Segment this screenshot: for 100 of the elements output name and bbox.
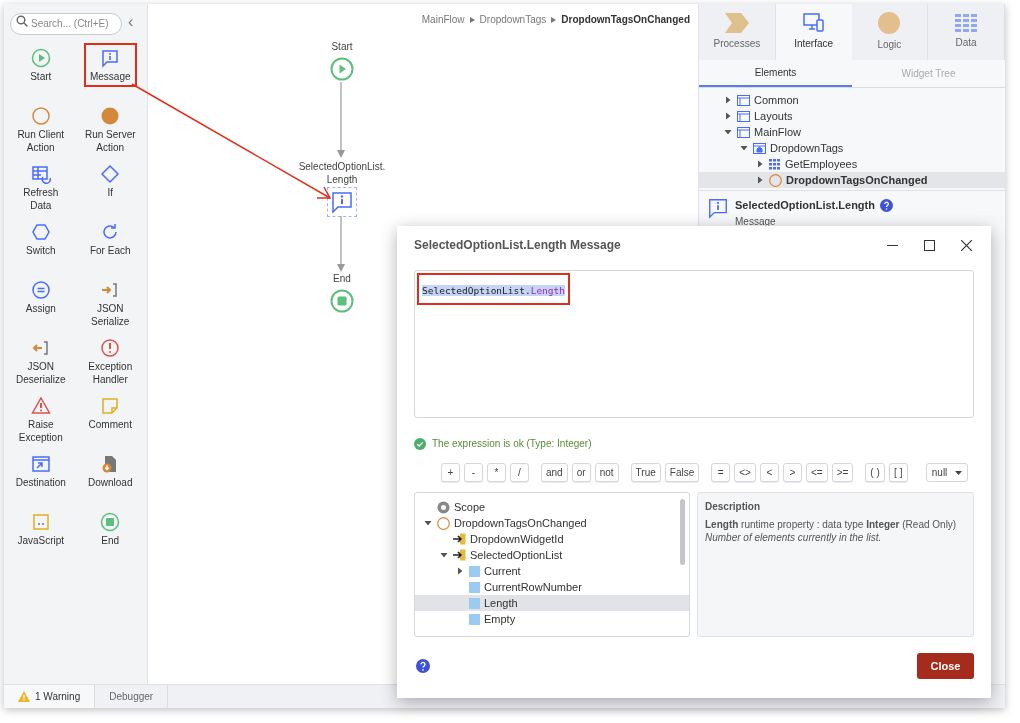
chevron-shape-icon [724,13,749,33]
help-icon[interactable] [416,659,430,673]
hexagon-icon [30,221,51,242]
tool-item[interactable]: Assign [19,274,62,319]
square-icon [469,613,480,625]
grid-icon [955,14,978,32]
operator-button[interactable]: - [464,463,483,482]
tree-item[interactable]: DropdownTags [699,140,1005,156]
collapse-button[interactable]: ‹ [128,14,134,31]
operator-button[interactable]: False [664,463,700,482]
dialog-title: SelectedOptionList.Length Message [414,237,622,254]
caret-down-icon[interactable] [439,550,449,560]
maximize-icon[interactable] [924,239,935,251]
input-arrow-icon [453,533,466,545]
scrollbar-thumb[interactable] [680,499,685,565]
tree-item[interactable]: DropdownTagsOnChanged [415,515,689,531]
operator-button[interactable]: or [571,463,591,482]
operator-button[interactable]: not [594,463,619,482]
caret-right-icon[interactable] [723,95,733,105]
operator-button[interactable]: [ ] [888,463,908,482]
breadcrumb-link[interactable]: MainFlow [421,12,465,27]
operator-button[interactable]: * [487,463,506,482]
tree-item[interactable]: Common [699,92,1005,108]
tree-item[interactable]: SelectedOptionList [415,547,689,563]
caret-down-icon[interactable] [423,518,433,528]
close-icon[interactable] [961,239,972,251]
status-tab[interactable]: 1 Warning [4,685,96,708]
alert-circle-icon [100,337,121,358]
caret-right-icon[interactable] [755,175,765,185]
input-arrow-icon [453,549,466,561]
operator-button[interactable]: ( ) [865,463,885,482]
tool-item[interactable]: Raise Exception [6,390,76,448]
tool-item[interactable]: JSON Deserialize [6,332,76,390]
null-dropdown[interactable]: null [925,463,969,482]
operator-button[interactable]: + [441,463,460,482]
tool-item[interactable]: JavaScript [11,506,71,551]
operator-button[interactable]: <= [805,463,828,482]
radio-icon [437,500,450,514]
tree-item[interactable]: DropdownWidgetId [415,531,689,547]
tree-item[interactable]: GetEmployees [699,156,1005,172]
tree-item[interactable]: CurrentRowNumber [415,579,689,595]
equals-circle-icon [30,279,51,300]
tab[interactable]: Processes [699,4,776,60]
caret-down-icon[interactable] [739,143,749,153]
description-note: Number of elements currently in the list. [705,531,883,544]
tool-item[interactable]: Start [24,42,58,87]
operator-button[interactable]: = [711,463,731,482]
validation-message: The expression is ok (Type: Integer) [432,437,592,451]
tab[interactable]: Data [928,4,1005,60]
operator-button[interactable]: / [510,463,529,482]
operator-button[interactable]: <> [734,463,756,482]
tool-item[interactable]: If [94,158,127,203]
play-circle-icon [30,47,51,68]
tool-item[interactable]: Download [82,448,139,493]
tool-item[interactable]: JSON Serialize [75,274,145,332]
caret-right-icon[interactable] [723,111,733,121]
tool-item[interactable]: Run Client Action [6,100,76,158]
tool-item[interactable]: Message [83,42,137,87]
tree-item[interactable]: Scope [415,499,689,515]
tree-item[interactable]: Length [415,595,689,611]
warning-icon [18,691,30,702]
circle-icon [878,12,901,34]
tool-item[interactable]: Run Server Action [75,100,145,158]
element-type: Message [735,214,777,229]
tool-item[interactable]: Exception Handler [75,332,145,390]
tree-item[interactable]: DropdownTagsOnChanged [699,172,1005,188]
caret-right-icon[interactable] [455,566,465,576]
tool-item[interactable]: Destination [9,448,72,493]
caret-down-icon [955,470,963,475]
operator-button[interactable]: and [541,463,568,482]
expression-editor[interactable]: SelectedOptionList.Length [414,270,974,418]
tool-item[interactable]: Refresh Data [6,158,76,216]
tree-item[interactable]: MainFlow [699,124,1005,140]
tab[interactable]: Logic [851,4,929,60]
sticky-note-icon [100,395,121,416]
tree-item[interactable]: Current [415,563,689,579]
circle-icon [437,516,450,530]
script-file-icon [30,511,51,532]
breadcrumb-link[interactable]: DropdownTagsOnChanged [561,12,690,27]
operator-button[interactable]: > [782,463,802,482]
search-field[interactable]: Search... (Ctrl+E) [10,12,122,35]
tool-item[interactable]: Switch [20,216,62,261]
tab[interactable]: Interface [775,4,852,60]
subtab[interactable]: Elements [699,60,852,87]
tree-item[interactable]: Layouts [699,108,1005,124]
square-icon [469,597,480,609]
tool-item[interactable]: End [94,506,127,551]
operator-button[interactable]: < [759,463,779,482]
caret-right-icon[interactable] [755,159,765,169]
tree-item[interactable]: Empty [415,611,689,627]
breadcrumb-link[interactable]: DropdownTags [479,12,547,27]
help-icon[interactable] [879,198,893,212]
status-tab[interactable]: Debugger [95,685,169,708]
operator-button[interactable]: True [630,463,661,482]
close-button[interactable]: Close [917,653,974,679]
window-icon [737,126,750,138]
operator-button[interactable]: >= [831,463,854,482]
tool-item[interactable]: For Each [83,216,137,261]
tool-item[interactable]: Comment [82,390,138,435]
caret-down-icon[interactable] [723,127,733,137]
